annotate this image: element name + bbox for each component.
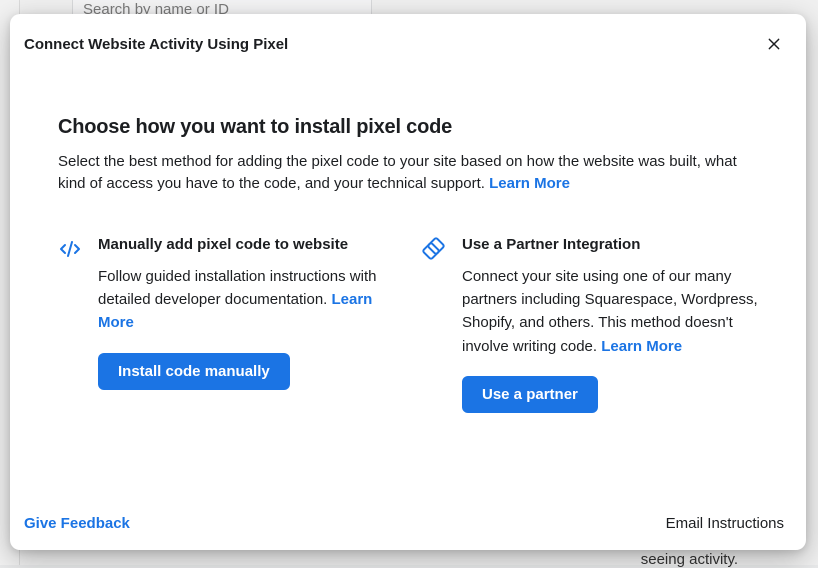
option-partner: Use a Partner Integration Connect your s… — [422, 235, 758, 413]
learn-more-link-main[interactable]: Learn More — [489, 175, 570, 192]
modal-footer: Give Feedback Email Instructions — [10, 501, 806, 550]
partner-icon — [422, 237, 446, 261]
modal-body: Choose how you want to install pixel cod… — [10, 68, 806, 501]
option-manual: Manually add pixel code to website Follo… — [58, 235, 394, 413]
code-icon — [58, 237, 82, 261]
option-partner-content: Use a Partner Integration Connect your s… — [462, 235, 758, 413]
close-icon — [766, 36, 782, 52]
background-text-fragment: seeing activity. — [641, 551, 738, 568]
modal-header: Connect Website Activity Using Pixel — [10, 14, 806, 68]
page-description-text: Select the best method for adding the pi… — [58, 153, 737, 192]
page-heading: Choose how you want to install pixel cod… — [58, 116, 758, 139]
option-partner-title: Use a Partner Integration — [462, 235, 758, 255]
option-manual-title: Manually add pixel code to website — [98, 235, 394, 255]
modal-title: Connect Website Activity Using Pixel — [24, 36, 288, 53]
close-button[interactable] — [760, 30, 788, 58]
install-manually-button[interactable]: Install code manually — [98, 353, 290, 390]
install-options: Manually add pixel code to website Follo… — [58, 235, 758, 413]
give-feedback-link[interactable]: Give Feedback — [24, 515, 130, 532]
pixel-install-modal: Connect Website Activity Using Pixel Cho… — [10, 14, 806, 550]
option-partner-description: Connect your site using one of our many … — [462, 265, 758, 358]
option-manual-content: Manually add pixel code to website Follo… — [98, 235, 394, 390]
email-instructions-link[interactable]: Email Instructions — [666, 515, 784, 532]
use-partner-button[interactable]: Use a partner — [462, 376, 598, 413]
page-description: Select the best method for adding the pi… — [58, 151, 758, 195]
option-manual-description: Follow guided installation instructions … — [98, 265, 394, 335]
learn-more-link-partner[interactable]: Learn More — [601, 338, 682, 355]
